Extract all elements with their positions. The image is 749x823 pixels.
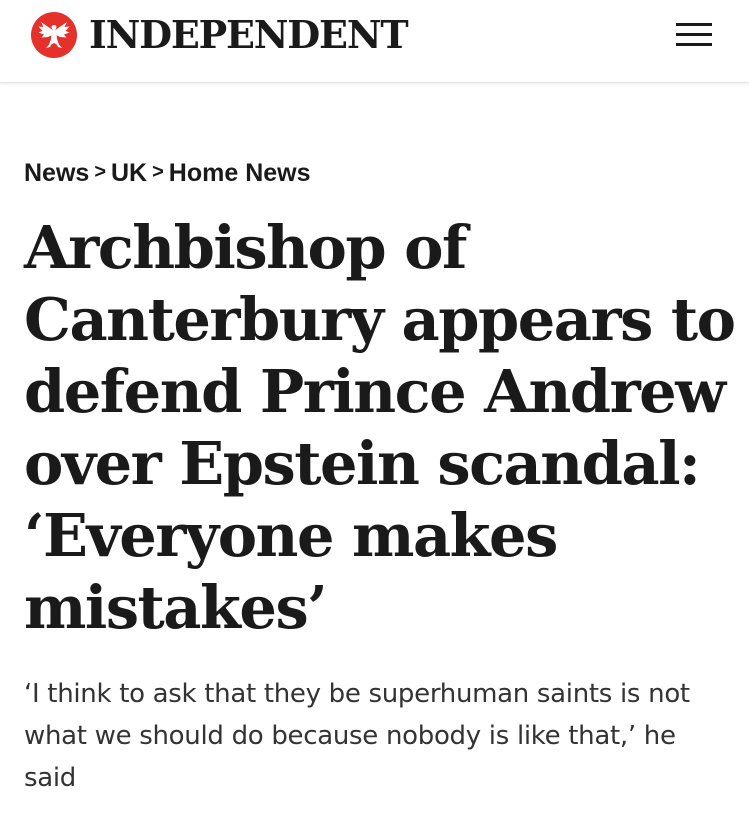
breadcrumb-uk[interactable]: UK [111,159,147,188]
standfirst-line: ‘I think to ask that they be superhuman … [24,679,690,709]
breadcrumb-home-news[interactable]: Home News [169,159,311,188]
headline-line: Archbishop of [24,213,467,282]
eagle-icon [31,12,77,58]
headline-line: Canterbury appears to [24,285,736,354]
breadcrumb-news[interactable]: News [24,159,89,188]
article-headline: Archbishop of Canterbury appears to defe… [24,212,736,644]
standfirst-line: said [24,763,77,793]
logo-wordmark: INDEPENDENT [89,12,409,57]
site-logo[interactable]: INDEPENDENT [31,11,409,59]
standfirst-line: what we should do because nobody is like… [24,721,676,751]
breadcrumb: News > UK > Home News [24,156,311,190]
breadcrumb-separator: > [152,160,164,183]
headline-line: defend Prince Andrew [24,357,726,426]
headline-line: ‘Everyone makes [24,501,558,570]
site-header: INDEPENDENT [0,0,749,83]
menu-bar [676,33,712,36]
menu-button[interactable] [672,19,714,51]
menu-bar [676,43,712,46]
headline-line: mistakes’ [24,573,328,642]
article-standfirst: ‘I think to ask that they be superhuman … [24,673,724,799]
headline-line: over Epstein scandal: [24,429,701,498]
breadcrumb-separator: > [94,160,106,183]
menu-bar [676,23,712,26]
